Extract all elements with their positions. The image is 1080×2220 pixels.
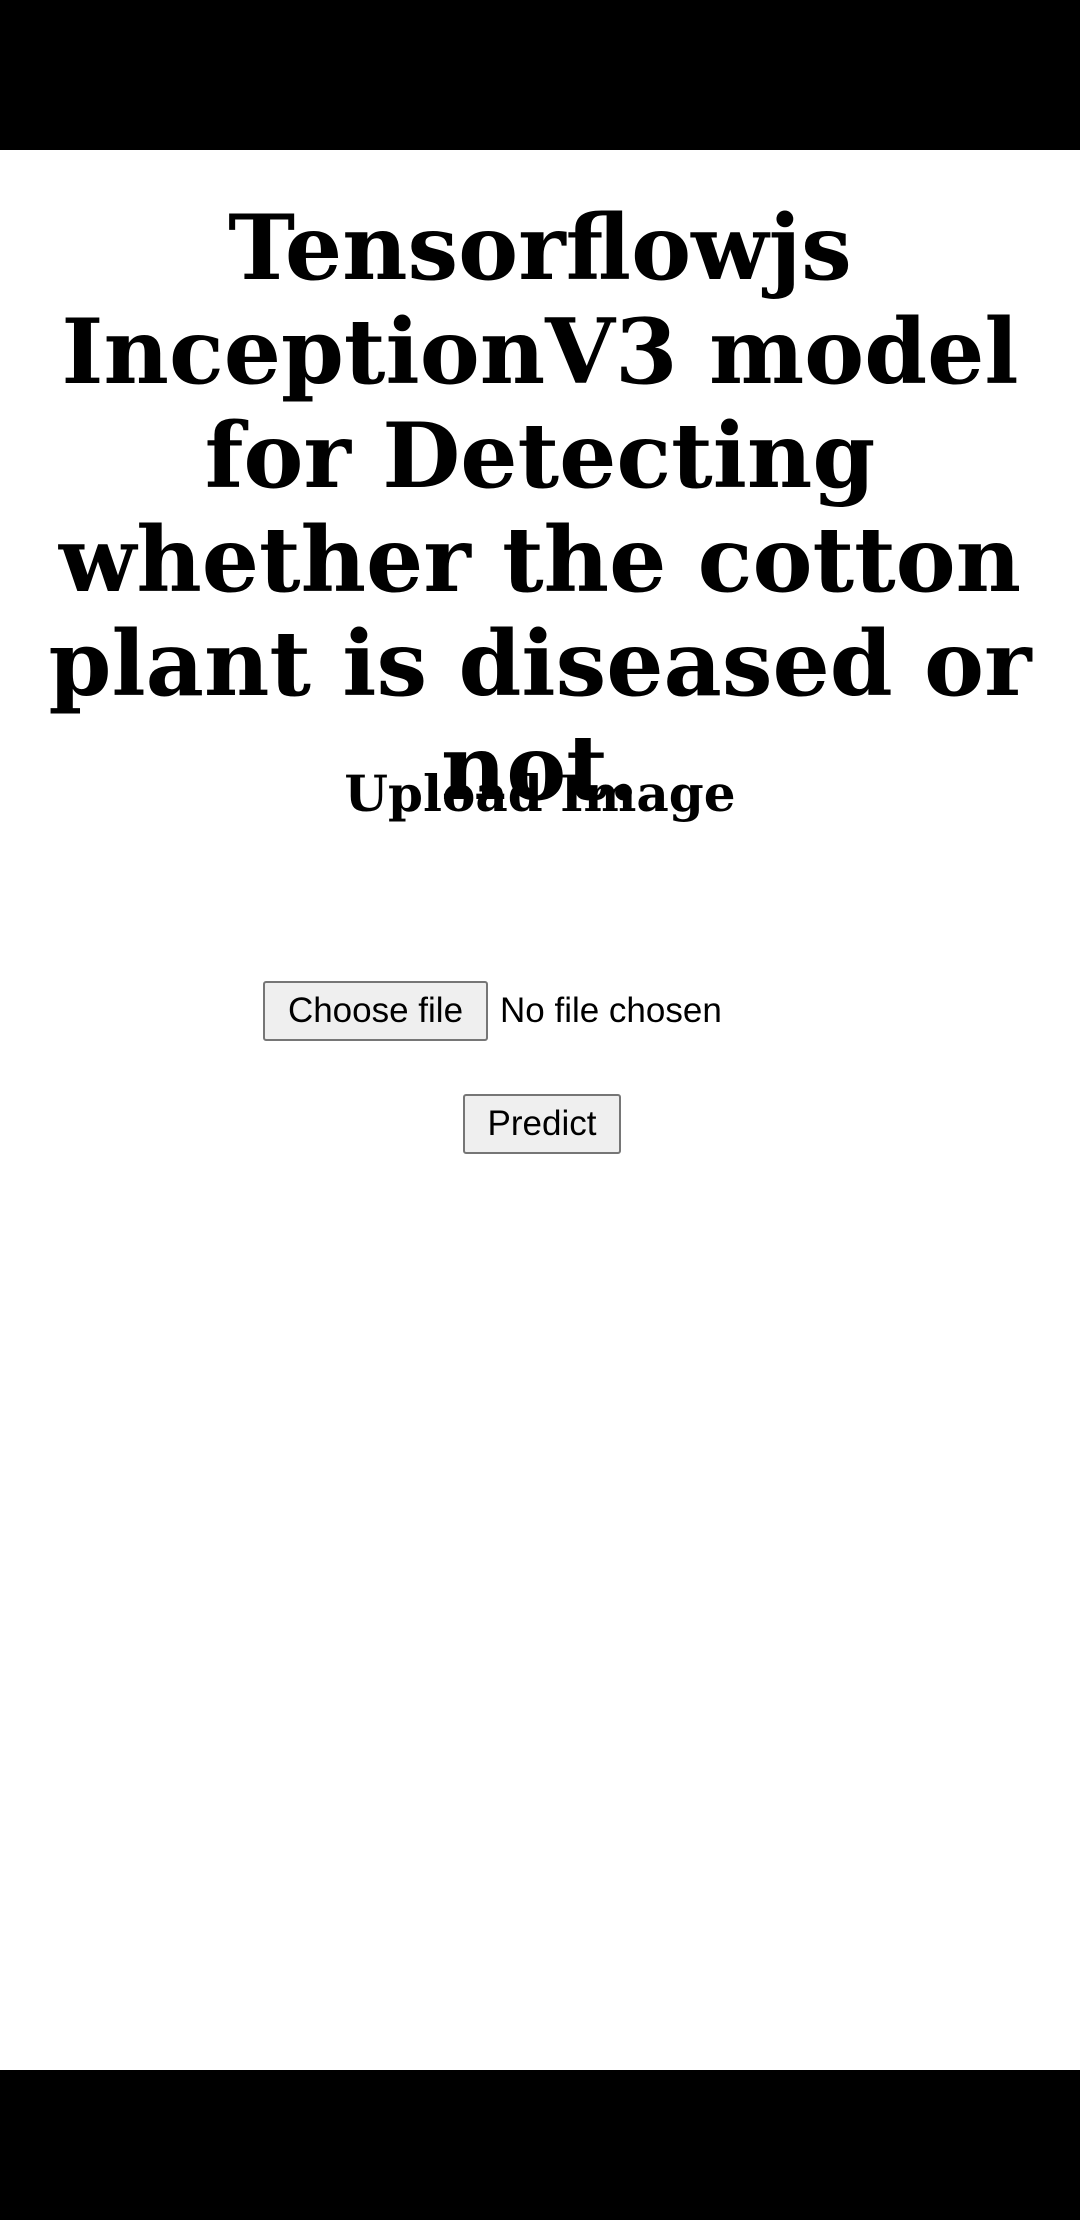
status-bar <box>0 0 1080 150</box>
choose-file-button[interactable]: Choose file <box>263 981 488 1041</box>
file-input[interactable]: Choose file No file chosen <box>263 981 722 1041</box>
page-title: Tensorflowjs InceptionV3 model for Detec… <box>48 195 1032 821</box>
file-status-text: No file chosen <box>500 991 722 1030</box>
predict-button[interactable]: Predict <box>463 1094 621 1154</box>
web-page: Tensorflowjs InceptionV3 model for Detec… <box>0 150 1080 2070</box>
navigation-bar <box>0 2070 1080 2220</box>
upload-heading: Upload Image <box>344 764 736 823</box>
